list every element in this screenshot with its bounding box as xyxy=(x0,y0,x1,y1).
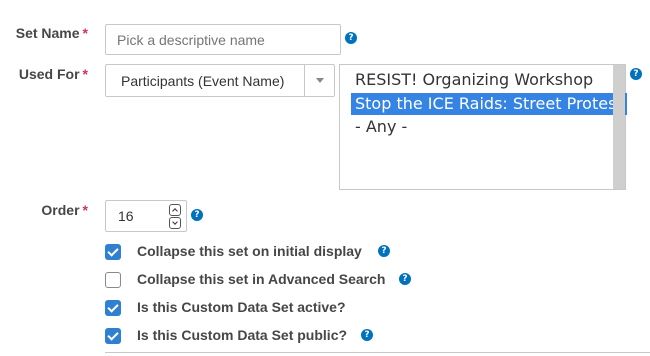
order-number-input[interactable]: 16 xyxy=(105,200,187,232)
public-checkbox[interactable] xyxy=(105,328,121,344)
order-label: Order * xyxy=(0,202,88,218)
collapse-advanced-search-help-icon[interactable]: ? xyxy=(399,273,411,285)
listbox-scrollbar[interactable] xyxy=(613,65,625,189)
set-name-input[interactable] xyxy=(105,24,341,55)
listbox-option[interactable]: - Any - xyxy=(351,116,411,138)
order-value: 16 xyxy=(118,208,134,224)
collapse-initial-checkbox[interactable] xyxy=(105,244,121,260)
order-stepper[interactable] xyxy=(169,204,181,229)
used-for-label: Used For * xyxy=(0,66,88,82)
collapse-initial-help-icon[interactable]: ? xyxy=(378,245,390,257)
listbox-option-selected[interactable]: Stop the ICE Raids: Street Protest xyxy=(351,93,627,115)
collapse-advanced-search-checkbox[interactable] xyxy=(105,272,121,288)
listbox-option[interactable]: RESIST! Organizing Workshop xyxy=(351,69,597,91)
required-mark: * xyxy=(82,66,88,82)
decrement-icon[interactable] xyxy=(169,217,181,229)
used-for-options-listbox[interactable]: RESIST! Organizing Workshop Stop the ICE… xyxy=(339,64,627,190)
public-label[interactable]: Is this Custom Data Set public? xyxy=(137,327,347,343)
caret-down-icon[interactable] xyxy=(304,65,334,96)
active-checkbox[interactable] xyxy=(105,300,121,316)
set-name-label: Set Name * xyxy=(0,25,88,41)
collapse-advanced-search-label[interactable]: Collapse this set in Advanced Search xyxy=(137,271,385,287)
used-for-select[interactable]: Participants (Event Name) xyxy=(105,64,335,97)
required-mark: * xyxy=(82,202,88,218)
required-mark: * xyxy=(82,25,88,41)
set-name-help-icon[interactable]: ? xyxy=(345,32,357,44)
used-for-help-icon[interactable]: ? xyxy=(630,68,642,80)
collapse-initial-label[interactable]: Collapse this set on initial display xyxy=(137,243,362,259)
order-help-icon[interactable]: ? xyxy=(191,209,203,221)
public-help-icon[interactable]: ? xyxy=(361,329,373,341)
increment-icon[interactable] xyxy=(169,204,181,216)
used-for-label-text: Used For xyxy=(18,66,80,82)
used-for-selected-value: Participants (Event Name) xyxy=(121,72,285,89)
set-name-label-text: Set Name xyxy=(15,25,80,41)
order-label-text: Order xyxy=(41,202,80,218)
next-field-border xyxy=(105,352,650,353)
active-label[interactable]: Is this Custom Data Set active? xyxy=(137,299,346,315)
